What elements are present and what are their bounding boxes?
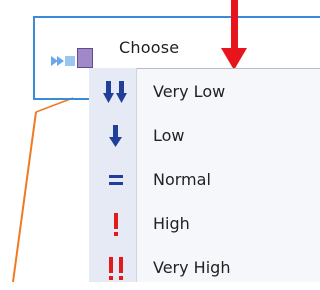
- menu-item-label: Normal: [153, 170, 211, 189]
- double-exclamation-icon: [109, 257, 123, 280]
- red-arrow: [231, 0, 238, 52]
- exclamation-icon: [114, 213, 118, 236]
- menu-item-label: High: [153, 214, 190, 233]
- menu-item-label: Very High: [153, 258, 231, 277]
- menu-item-very-low[interactable]: Very Low: [89, 70, 320, 114]
- menu-item-label: Low: [153, 126, 185, 145]
- expand-icon[interactable]: [50, 54, 76, 68]
- red-arrow-head: [221, 48, 247, 70]
- menu-item-normal[interactable]: Normal: [89, 158, 320, 202]
- equals-icon: [109, 175, 123, 185]
- priority-icon[interactable]: [77, 48, 93, 68]
- double-down-arrow-icon: [103, 81, 127, 103]
- menu-item-very-high[interactable]: Very High: [89, 246, 320, 290]
- menu-item-high[interactable]: High: [89, 202, 320, 246]
- menu-item-label: Very Low: [153, 82, 226, 101]
- down-arrow-icon: [109, 125, 122, 147]
- choose-label: Choose: [119, 38, 180, 57]
- menu-item-low[interactable]: Low: [89, 114, 320, 158]
